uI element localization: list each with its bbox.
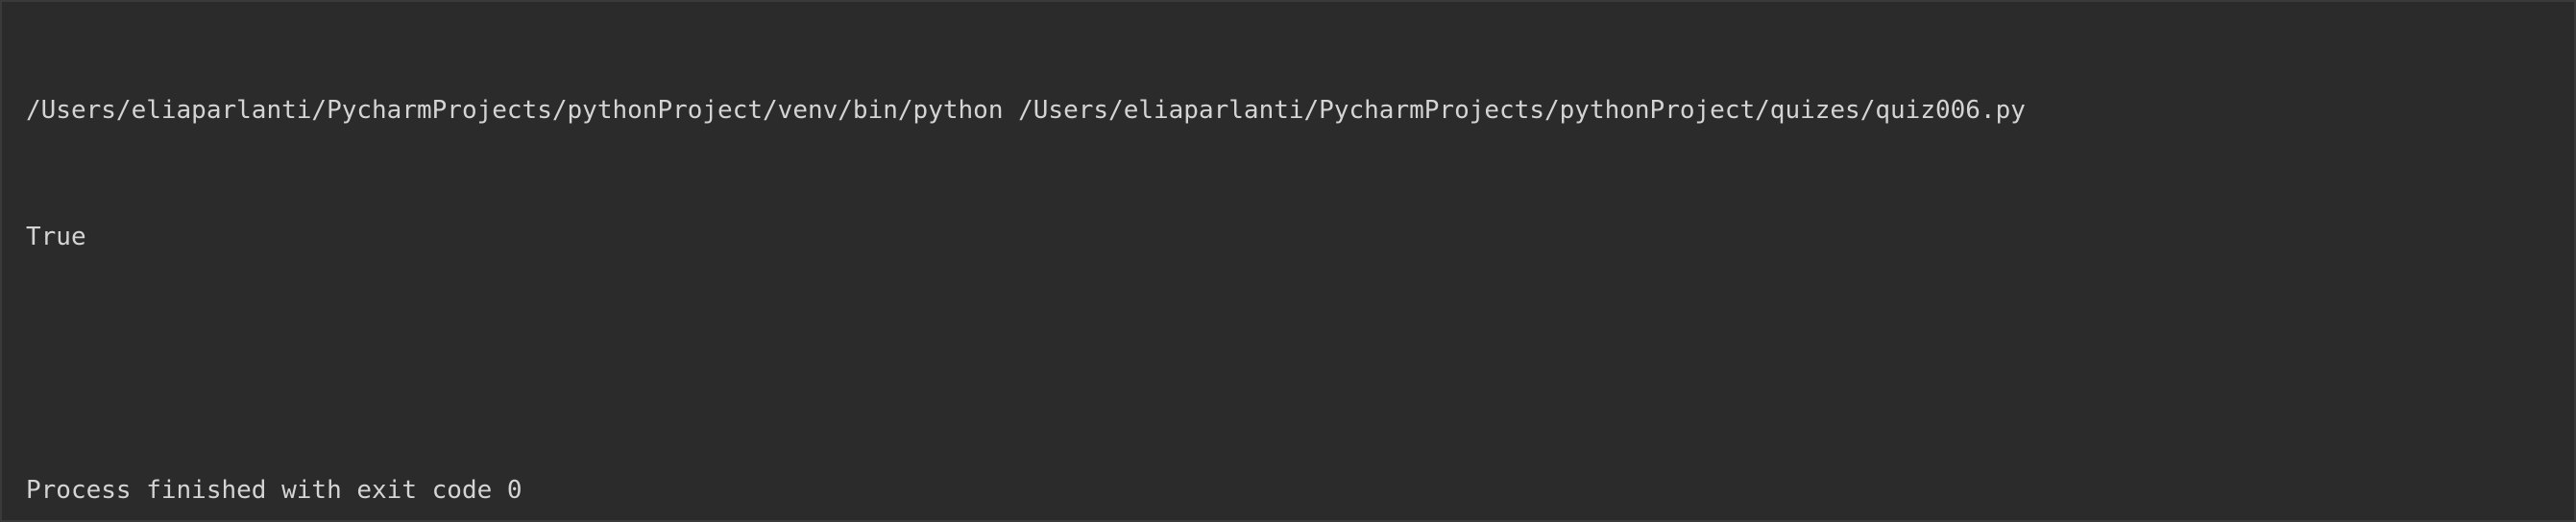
exit-status-line: Process finished with exit code 0 bbox=[26, 476, 522, 505]
command-line: /Users/eliaparlanti/PycharmProjects/pyth… bbox=[26, 96, 2026, 125]
run-console-output[interactable]: /Users/eliaparlanti/PycharmProjects/pyth… bbox=[0, 0, 2576, 522]
program-output-line: True bbox=[26, 223, 86, 251]
